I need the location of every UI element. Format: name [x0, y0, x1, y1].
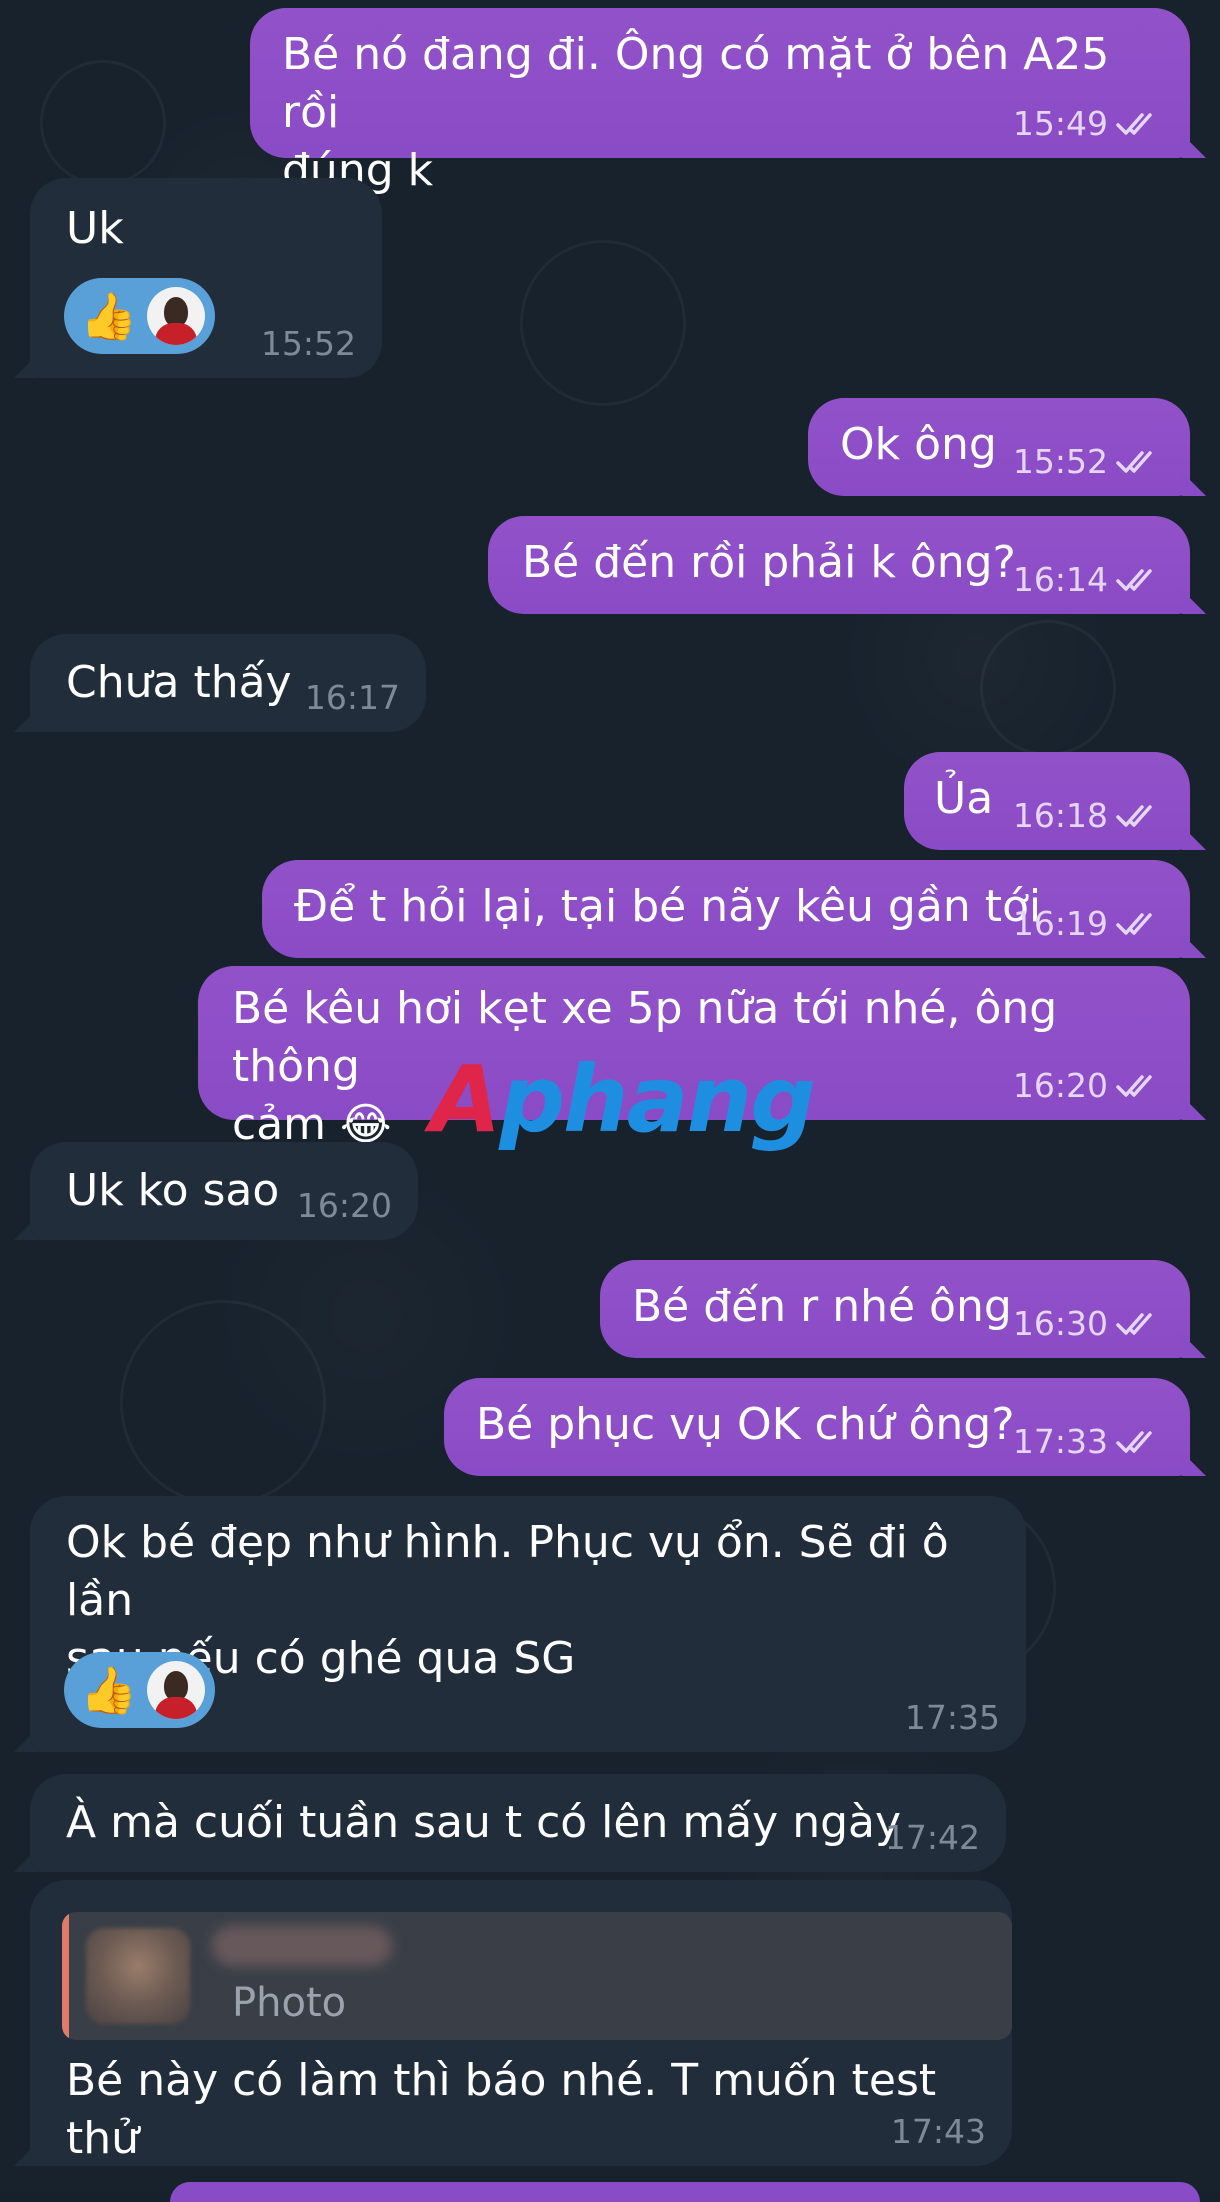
message-outgoing[interactable]: Bé nó đang đi. Ông có mặt ở bên A25 rồi …	[250, 8, 1206, 196]
next-message-edge	[170, 2182, 1200, 2202]
message-meta: 16:20	[297, 1186, 392, 1226]
message-outgoing[interactable]: Bé đến rồi phải k ông? 16:14	[488, 516, 1206, 614]
message-incoming[interactable]: Chưa thấy 16:17	[14, 634, 426, 732]
message-time: 17:42	[884, 1818, 980, 1857]
message-meta: 17:33	[1013, 1422, 1164, 1462]
double-check-icon	[1116, 1075, 1152, 1097]
double-check-icon	[1116, 569, 1152, 591]
message-meta: 17:42	[885, 1818, 980, 1858]
message-time: 16:20	[1012, 1066, 1108, 1105]
message-meta: 17:43	[891, 2112, 986, 2152]
message-time: 15:52	[260, 324, 356, 363]
reply-preview[interactable]: Photo	[62, 1912, 1012, 2040]
reply-photo-thumbnail	[86, 1928, 190, 2024]
double-check-icon	[1116, 451, 1152, 473]
message-time: 16:20	[296, 1186, 392, 1225]
message-time: 17:35	[904, 1698, 1000, 1737]
message-time: 16:30	[1012, 1304, 1108, 1343]
message-text: Bé này có làm thì báo nhé. T muốn test t…	[66, 2055, 951, 2164]
message-meta: 16:14	[1013, 560, 1164, 600]
reaction-avatar	[147, 287, 206, 345]
message-meta: 16:19	[1013, 904, 1164, 944]
thumbs-up-icon: 👍	[80, 289, 138, 343]
message-time: 15:52	[1012, 442, 1108, 481]
double-check-icon	[1116, 913, 1152, 935]
message-meta: 17:35	[905, 1698, 1000, 1738]
message-outgoing[interactable]: Ủa 16:18	[904, 752, 1206, 850]
double-check-icon	[1116, 1431, 1152, 1453]
message-outgoing[interactable]: Để t hỏi lại, tại bé nãy kêu gần tới 16:…	[262, 860, 1206, 958]
reply-accent-bar	[62, 1912, 69, 2040]
message-text: Uk	[66, 203, 124, 254]
message-text: À mà cuối tuần sau t có lên mấy ngày	[66, 1797, 902, 1848]
background-doodle	[980, 620, 1116, 756]
message-time: 17:33	[1012, 1422, 1108, 1461]
message-time: 16:14	[1012, 560, 1108, 599]
reply-label: Photo	[232, 1980, 347, 2026]
message-incoming[interactable]: À mà cuối tuần sau t có lên mấy ngày 17:…	[14, 1774, 1006, 1872]
background-doodle	[120, 1300, 326, 1506]
reply-sender-name-blurred	[212, 1926, 392, 1966]
message-meta: 16:18	[1013, 796, 1164, 836]
reaction-pill[interactable]: 👍	[64, 1652, 216, 1728]
message-incoming[interactable]: Uk ko sao 16:20	[14, 1142, 418, 1240]
message-meta: 15:52	[261, 324, 356, 364]
double-check-icon	[1116, 113, 1152, 135]
message-outgoing[interactable]: Ok ông 15:52	[808, 398, 1206, 496]
background-doodle	[520, 240, 686, 406]
message-time: 16:19	[1012, 904, 1108, 943]
message-incoming[interactable]: Photo Bé này có làm thì báo nhé. T muốn …	[14, 1880, 1012, 2166]
message-meta: 16:30	[1013, 1304, 1164, 1344]
double-check-icon	[1116, 805, 1152, 827]
message-incoming[interactable]: Ok bé đẹp như hình. Phục vụ ổn. Sẽ đi ô …	[14, 1496, 1026, 1752]
reaction-pill[interactable]: 👍	[64, 278, 216, 354]
message-time: 16:17	[304, 678, 400, 717]
message-meta: 15:52	[1013, 442, 1164, 482]
message-meta: 15:49	[1013, 104, 1164, 144]
background-doodle	[40, 60, 166, 186]
message-incoming[interactable]: Uk 👍 15:52	[14, 178, 382, 378]
double-check-icon	[1116, 1313, 1152, 1335]
message-time: 16:18	[1012, 796, 1108, 835]
message-time: 17:43	[890, 2112, 986, 2151]
thumbs-up-icon: 👍	[80, 1663, 138, 1717]
reaction-avatar	[147, 1661, 206, 1719]
message-text: Ok bé đẹp như hình. Phục vụ ổn. Sẽ đi ô …	[66, 1517, 949, 1684]
message-outgoing[interactable]: Bé phục vụ OK chứ ông? 17:33	[444, 1378, 1206, 1476]
message-time: 15:49	[1012, 104, 1108, 143]
message-meta: 16:17	[305, 678, 400, 718]
message-outgoing[interactable]: Bé đến r nhé ông 16:30	[600, 1260, 1206, 1358]
message-meta: 16:20	[1013, 1066, 1164, 1106]
message-outgoing[interactable]: Bé kêu hơi kẹt xe 5p nữa tới nhé, ông th…	[198, 966, 1206, 1150]
